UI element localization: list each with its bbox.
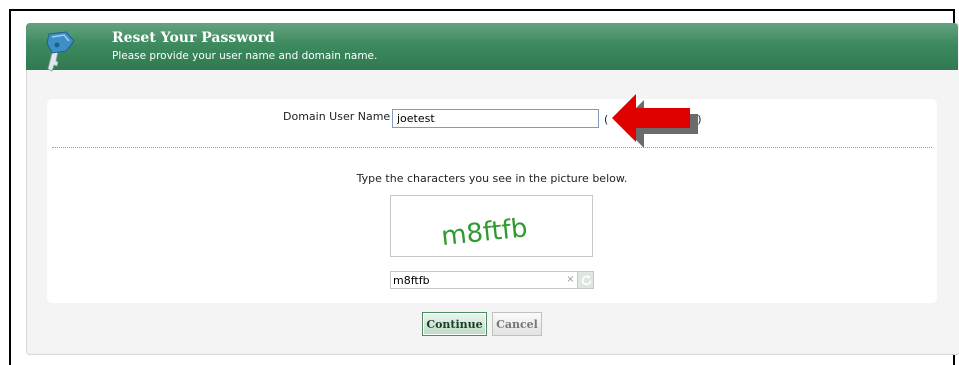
captcha-input[interactable] bbox=[390, 271, 565, 289]
section-divider bbox=[52, 147, 932, 148]
panel-header: Reset Your Password Please provide your … bbox=[26, 23, 958, 72]
captcha-instruction: Type the characters you see in the pictu… bbox=[356, 172, 628, 185]
continue-button[interactable]: Continue bbox=[422, 312, 487, 336]
cancel-button[interactable]: Cancel bbox=[492, 312, 542, 336]
red-arrow-icon bbox=[606, 84, 698, 156]
captcha-clear-button[interactable]: × bbox=[564, 271, 577, 289]
username-input[interactable] bbox=[392, 109, 599, 128]
refresh-icon[interactable] bbox=[577, 271, 594, 289]
captcha-image: m8ftfb bbox=[390, 195, 593, 257]
page-subtitle: Please provide your user name and domain… bbox=[112, 50, 378, 62]
key-icon bbox=[44, 29, 76, 75]
username-label: Domain User Name bbox=[283, 110, 391, 123]
captcha-image-text: m8ftfb bbox=[440, 213, 529, 252]
page-title: Reset Your Password bbox=[112, 30, 275, 46]
